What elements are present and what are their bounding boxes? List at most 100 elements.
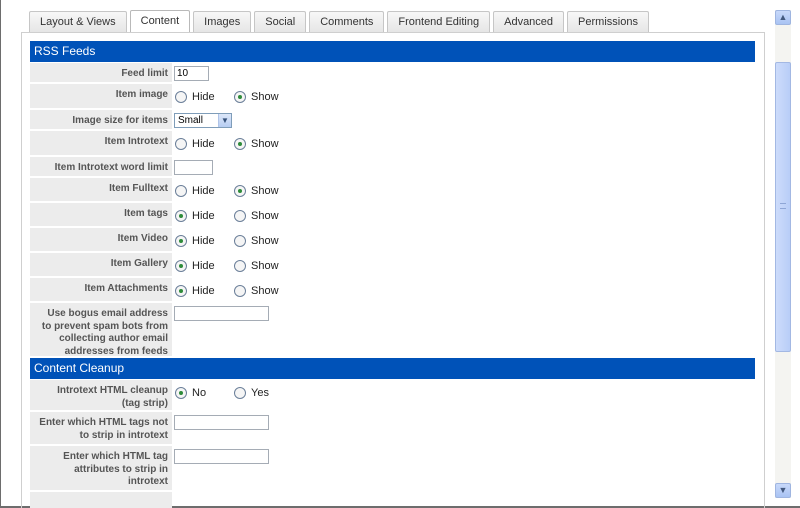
- field-label: Introtext HTML cleanup (tag strip): [30, 380, 172, 411]
- field-label: Item Introtext word limit: [30, 157, 172, 177]
- radio-label: Yes: [251, 387, 269, 399]
- item-tags-hide-option[interactable]: Hide: [175, 209, 215, 223]
- radio-label: Hide: [192, 210, 215, 222]
- section-header-content-cleanup: Content Cleanup: [30, 358, 755, 379]
- item-image-hide-option[interactable]: Hide: [175, 90, 215, 104]
- radio-button[interactable]: [175, 387, 187, 399]
- radio-label: Show: [251, 260, 279, 272]
- item-gallery-hide-option[interactable]: Hide: [175, 259, 215, 273]
- radio-button[interactable]: [175, 138, 187, 150]
- row-item-video: Item Video Hide Show: [30, 228, 755, 252]
- item-video-show-option[interactable]: Show: [234, 234, 279, 248]
- tab-permissions[interactable]: Permissions: [567, 11, 649, 32]
- field-label: Item Fulltext: [30, 178, 172, 202]
- section-header-rss: RSS Feeds: [30, 41, 755, 62]
- row-item-gallery: Item Gallery Hide Show: [30, 253, 755, 277]
- radio-button[interactable]: [175, 91, 187, 103]
- radio-button[interactable]: [234, 260, 246, 272]
- introtext-word-limit-input[interactable]: [174, 160, 213, 175]
- row-tags-not-strip: Enter which HTML tags not to strip in in…: [30, 412, 755, 445]
- tab-comments[interactable]: Comments: [309, 11, 385, 32]
- row-next-partial: [30, 492, 755, 508]
- radio-button[interactable]: [175, 185, 187, 197]
- radio-label: Hide: [192, 138, 215, 150]
- radio-button[interactable]: [175, 260, 187, 272]
- html-cleanup-yes-option[interactable]: Yes: [234, 386, 269, 400]
- bogus-email-input[interactable]: [174, 306, 269, 321]
- item-fulltext-hide-option[interactable]: Hide: [175, 184, 215, 198]
- content-panel: RSS Feeds Feed limit 10 Item image Hide …: [21, 32, 765, 508]
- radio-label: Show: [251, 235, 279, 247]
- item-attachments-show-option[interactable]: Show: [234, 284, 279, 298]
- select-value: Small: [178, 115, 204, 126]
- radio-button[interactable]: [234, 91, 246, 103]
- modal-window: Layout & Views Content Images Social Com…: [0, 0, 800, 508]
- row-item-tags: Item tags Hide Show: [30, 203, 755, 227]
- field-label: Enter which HTML tags not to strip in in…: [30, 412, 172, 445]
- tab-content[interactable]: Content: [129, 10, 191, 33]
- vertical-scrollbar[interactable]: ▲ ▼: [775, 10, 791, 498]
- row-item-image: Item image Hide Show: [30, 84, 755, 109]
- radio-label: Hide: [192, 91, 215, 103]
- chevron-up-icon[interactable]: ▲: [775, 10, 791, 25]
- radio-label: Show: [251, 285, 279, 297]
- radio-label: Show: [251, 210, 279, 222]
- radio-button[interactable]: [234, 138, 246, 150]
- item-gallery-show-option[interactable]: Show: [234, 259, 279, 273]
- item-image-show-option[interactable]: Show: [234, 90, 279, 104]
- attributes-to-strip-input[interactable]: [174, 449, 269, 464]
- row-bogus-email: Use bogus email address to prevent spam …: [30, 303, 755, 357]
- field-label: [30, 492, 172, 508]
- scrollbar-thumb[interactable]: [775, 62, 791, 352]
- tags-not-strip-input[interactable]: [174, 415, 269, 430]
- radio-button[interactable]: [234, 185, 246, 197]
- radio-label: Show: [251, 138, 279, 150]
- tab-frontend-editing[interactable]: Frontend Editing: [387, 11, 491, 32]
- item-attachments-hide-option[interactable]: Hide: [175, 284, 215, 298]
- field-label: Use bogus email address to prevent spam …: [30, 303, 172, 357]
- row-html-cleanup: Introtext HTML cleanup (tag strip) No Ye…: [30, 380, 755, 411]
- item-introtext-show-option[interactable]: Show: [234, 137, 279, 151]
- radio-label: Show: [251, 185, 279, 197]
- row-item-attachments: Item Attachments Hide Show: [30, 278, 755, 302]
- field-label: Item Video: [30, 228, 172, 252]
- radio-label: Show: [251, 91, 279, 103]
- tab-images[interactable]: Images: [193, 11, 252, 32]
- item-tags-show-option[interactable]: Show: [234, 209, 279, 223]
- radio-button[interactable]: [234, 210, 246, 222]
- radio-label: No: [192, 387, 207, 399]
- chevron-down-icon[interactable]: ▼: [775, 483, 791, 498]
- item-introtext-hide-option[interactable]: Hide: [175, 137, 215, 151]
- feed-limit-input[interactable]: 10: [174, 66, 209, 81]
- field-label: Item Attachments: [30, 278, 172, 302]
- field-label: Item tags: [30, 203, 172, 227]
- item-video-hide-option[interactable]: Hide: [175, 234, 215, 248]
- html-cleanup-no-option[interactable]: No: [175, 386, 206, 400]
- field-label: Feed limit: [30, 63, 172, 83]
- row-item-introtext: Item Introtext Hide Show: [30, 131, 755, 156]
- radio-button[interactable]: [234, 285, 246, 297]
- radio-label: Hide: [192, 285, 215, 297]
- grip-icon: [780, 203, 786, 209]
- tab-advanced[interactable]: Advanced: [493, 11, 565, 32]
- image-size-select[interactable]: Small ▼: [174, 113, 232, 128]
- row-attributes-to-strip: Enter which HTML tag attributes to strip…: [30, 446, 755, 491]
- item-fulltext-show-option[interactable]: Show: [234, 184, 279, 198]
- radio-button[interactable]: [175, 285, 187, 297]
- radio-button[interactable]: [234, 235, 246, 247]
- tab-layout-views[interactable]: Layout & Views: [29, 11, 127, 32]
- field-label: Enter which HTML tag attributes to strip…: [30, 446, 172, 491]
- row-introtext-word-limit: Item Introtext word limit: [30, 157, 755, 177]
- radio-button[interactable]: [234, 387, 246, 399]
- radio-label: Hide: [192, 235, 215, 247]
- radio-label: Hide: [192, 260, 215, 272]
- field-label: Item Gallery: [30, 253, 172, 277]
- radio-button[interactable]: [175, 210, 187, 222]
- tab-bar: Layout & Views Content Images Social Com…: [29, 10, 652, 33]
- radio-button[interactable]: [175, 235, 187, 247]
- chevron-down-icon[interactable]: ▼: [218, 114, 231, 127]
- field-label: Item image: [30, 84, 172, 109]
- tab-social[interactable]: Social: [254, 11, 307, 32]
- field-label: Image size for items: [30, 110, 172, 130]
- row-feed-limit: Feed limit 10: [30, 63, 755, 83]
